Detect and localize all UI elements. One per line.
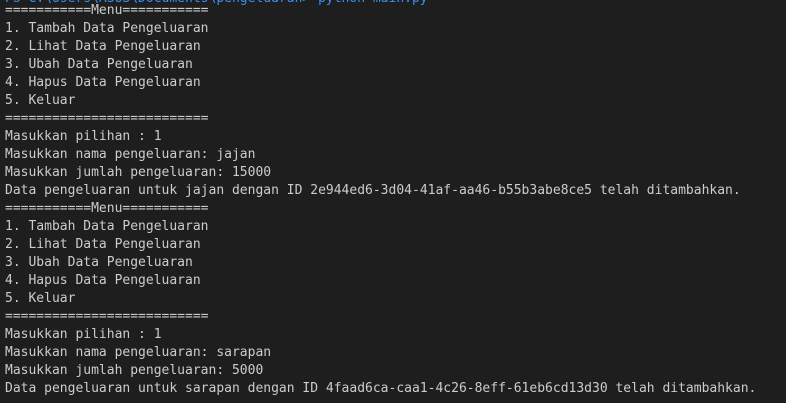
menu-header: ===========Menu=========== bbox=[5, 3, 209, 18]
name-prompt: Masukkan nama pengeluaran: jajan bbox=[5, 147, 256, 162]
choice-prompt: Masukkan pilihan : 1 bbox=[5, 129, 162, 144]
menu-option-1: 1. Tambah Data Pengeluaran bbox=[5, 21, 209, 36]
menu-option-5: 5. Keluar bbox=[5, 93, 76, 108]
menu-option-4: 4. Hapus Data Pengeluaran bbox=[5, 273, 201, 288]
menu-option-3: 3. Ubah Data Pengeluaran bbox=[5, 57, 193, 72]
choice-prompt: Masukkan pilihan : 1 bbox=[5, 327, 162, 342]
menu-option-3: 3. Ubah Data Pengeluaran bbox=[5, 255, 193, 270]
menu-option-2: 2. Lihat Data Pengeluaran bbox=[5, 39, 201, 54]
name-prompt: Masukkan nama pengeluaran: sarapan bbox=[5, 345, 272, 360]
menu-option-2: 2. Lihat Data Pengeluaran bbox=[5, 237, 201, 252]
menu-option-5: 5. Keluar bbox=[5, 291, 76, 306]
menu-divider: ========================== bbox=[5, 111, 209, 126]
menu-header: ===========Menu=========== bbox=[5, 201, 209, 216]
menu-divider: ========================== bbox=[5, 309, 209, 324]
menu-option-1: 1. Tambah Data Pengeluaran bbox=[5, 219, 209, 234]
terminal-window[interactable]: PS C:\Users\ASUS\Documents\pengeluaran> … bbox=[0, 0, 786, 403]
menu-option-4: 4. Hapus Data Pengeluaran bbox=[5, 75, 201, 90]
confirmation-message: Data pengeluaran untuk sarapan dengan ID… bbox=[5, 381, 757, 396]
terminal-output: ===========Menu=========== 1. Tambah Dat… bbox=[5, 2, 756, 398]
amount-prompt: Masukkan jumlah pengeluaran: 5000 bbox=[5, 363, 264, 378]
confirmation-message: Data pengeluaran untuk jajan dengan ID 2… bbox=[5, 183, 741, 198]
amount-prompt: Masukkan jumlah pengeluaran: 15000 bbox=[5, 165, 272, 180]
